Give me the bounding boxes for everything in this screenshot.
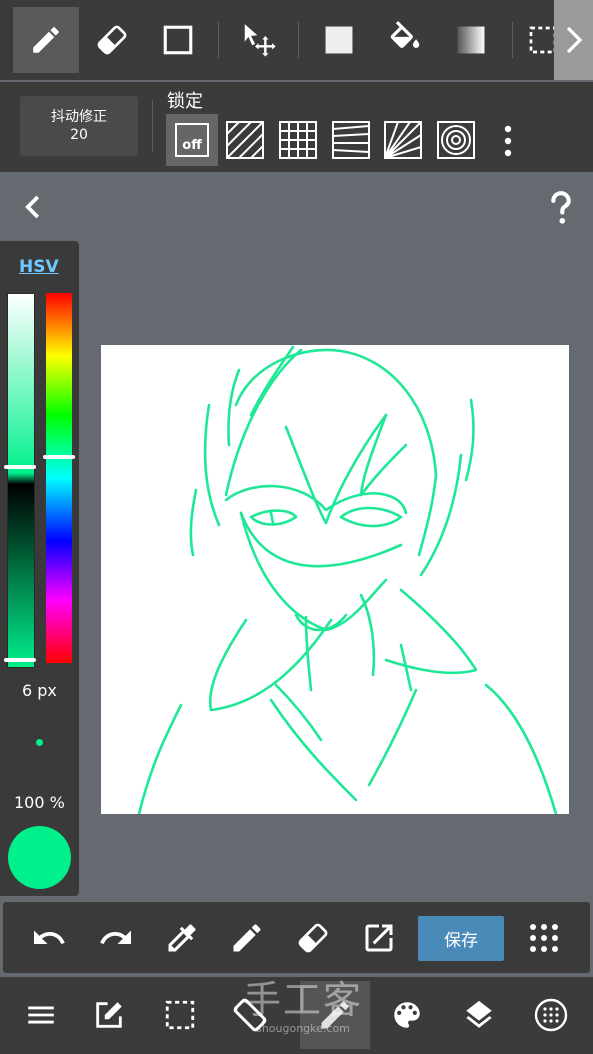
grid-ruler-button[interactable] (279, 121, 317, 159)
horizontal-perspective-icon (332, 121, 370, 159)
saturation-handle[interactable] (4, 465, 36, 469)
drawing-canvas[interactable] (101, 345, 569, 814)
redo-icon (100, 930, 131, 944)
filled-square-icon (325, 26, 353, 54)
lock-off-button[interactable]: off (166, 114, 218, 166)
question-mark-icon (551, 191, 571, 224)
eraser-icon (298, 923, 328, 953)
lock-label: 锁定 (167, 91, 203, 112)
move-cursor-icon (244, 24, 276, 57)
undo-button[interactable] (31, 920, 67, 960)
toolbar-divider (298, 22, 299, 58)
chevron-left-icon (25, 195, 40, 219)
palette-button[interactable] (390, 998, 424, 1036)
eraser-icon (97, 25, 127, 55)
brush-size-value[interactable]: 6 px (22, 681, 57, 700)
back-button[interactable] (20, 192, 48, 222)
gradient-icon (457, 26, 485, 54)
help-button[interactable] (545, 190, 577, 226)
color-panel: HSV 6 px 100 % (0, 241, 79, 896)
bottom-nav-bar (0, 977, 593, 1054)
toolbar-divider (512, 22, 513, 58)
hue-slider[interactable] (46, 293, 72, 663)
selection-button[interactable] (163, 998, 197, 1036)
hamburger-menu-icon (28, 1006, 54, 1024)
pen-icon (233, 924, 261, 952)
dashed-selection-icon (165, 1000, 195, 1030)
pen-tool-button[interactable] (13, 7, 79, 73)
eyedropper-button[interactable] (164, 920, 200, 960)
undo-icon (34, 930, 65, 944)
dots-grid-icon (530, 924, 558, 952)
radial-lines-icon (384, 121, 422, 159)
concentric-circles-icon (437, 121, 475, 159)
edit-square-icon (96, 1002, 122, 1028)
radial-lines-ruler-button[interactable] (384, 121, 422, 159)
export-button[interactable] (361, 920, 397, 960)
stabilizer-button[interactable]: 抖动修正 20 (20, 96, 138, 156)
options-toolbar: 抖动修正 20 锁定 off (0, 82, 593, 172)
palette-icon (394, 1002, 420, 1028)
lock-off-text: off (182, 138, 202, 153)
stabilizer-value: 20 (70, 127, 88, 143)
paint-bucket-icon (390, 21, 420, 48)
parallel-lines-ruler-button[interactable] (226, 121, 264, 159)
brush-size-preview (36, 739, 43, 746)
concentric-ruler-button[interactable] (437, 121, 475, 159)
chevron-right-icon (566, 26, 582, 54)
save-label: 保存 (444, 931, 478, 951)
grid-icon (279, 121, 317, 159)
layers-button[interactable] (462, 998, 496, 1036)
redo-button[interactable] (98, 920, 134, 960)
more-options-button[interactable] (498, 124, 518, 158)
toolbar-divider (218, 22, 219, 58)
fill-color-button[interactable] (311, 7, 367, 73)
save-button[interactable]: 保存 (418, 916, 504, 961)
edit-button[interactable] (92, 998, 126, 1036)
gradient-tool-button[interactable] (443, 7, 499, 73)
color-mode-link[interactable]: HSV (19, 257, 59, 277)
rotate-canvas-button[interactable] (230, 995, 270, 1039)
quick-eraser-button[interactable] (295, 920, 331, 960)
pen-icon (321, 1001, 349, 1029)
stabilizer-label: 抖动修正 (51, 109, 107, 125)
menu-button[interactable] (24, 998, 58, 1036)
open-external-icon (365, 924, 393, 952)
eyedropper-icon (168, 924, 196, 952)
current-color-swatch[interactable] (8, 826, 71, 889)
toolbar-scroll-right-button[interactable] (554, 0, 593, 80)
opacity-value[interactable]: 100 % (14, 793, 65, 812)
quick-pen-button[interactable] (229, 920, 265, 960)
square-outline-icon (163, 25, 193, 55)
saturation-slider[interactable] (7, 293, 35, 668)
value-handle[interactable] (4, 658, 36, 662)
eraser-tool-button[interactable] (84, 7, 140, 73)
pen-mode-button[interactable] (300, 981, 370, 1049)
toolbar-divider (152, 100, 153, 152)
top-toolbar (0, 0, 593, 80)
perspective-lines-ruler-button[interactable] (332, 121, 370, 159)
layers-icon (466, 1000, 492, 1028)
sketch-drawing (137, 345, 558, 814)
toolbar-grid-button[interactable] (526, 920, 562, 960)
dotted-circle-icon (534, 998, 568, 1032)
pen-icon (33, 27, 59, 53)
more-vertical-icon (504, 125, 512, 157)
bucket-tool-button[interactable] (377, 7, 433, 73)
move-tool-button[interactable] (231, 7, 287, 73)
diagonal-lines-icon (226, 121, 264, 159)
action-bar: 保存 (3, 902, 590, 973)
lock-off-box: off (175, 123, 209, 157)
rotate-screen-icon (233, 998, 267, 1032)
shape-tool-button[interactable] (150, 7, 206, 73)
material-button[interactable] (533, 997, 569, 1037)
hue-handle[interactable] (43, 455, 75, 459)
